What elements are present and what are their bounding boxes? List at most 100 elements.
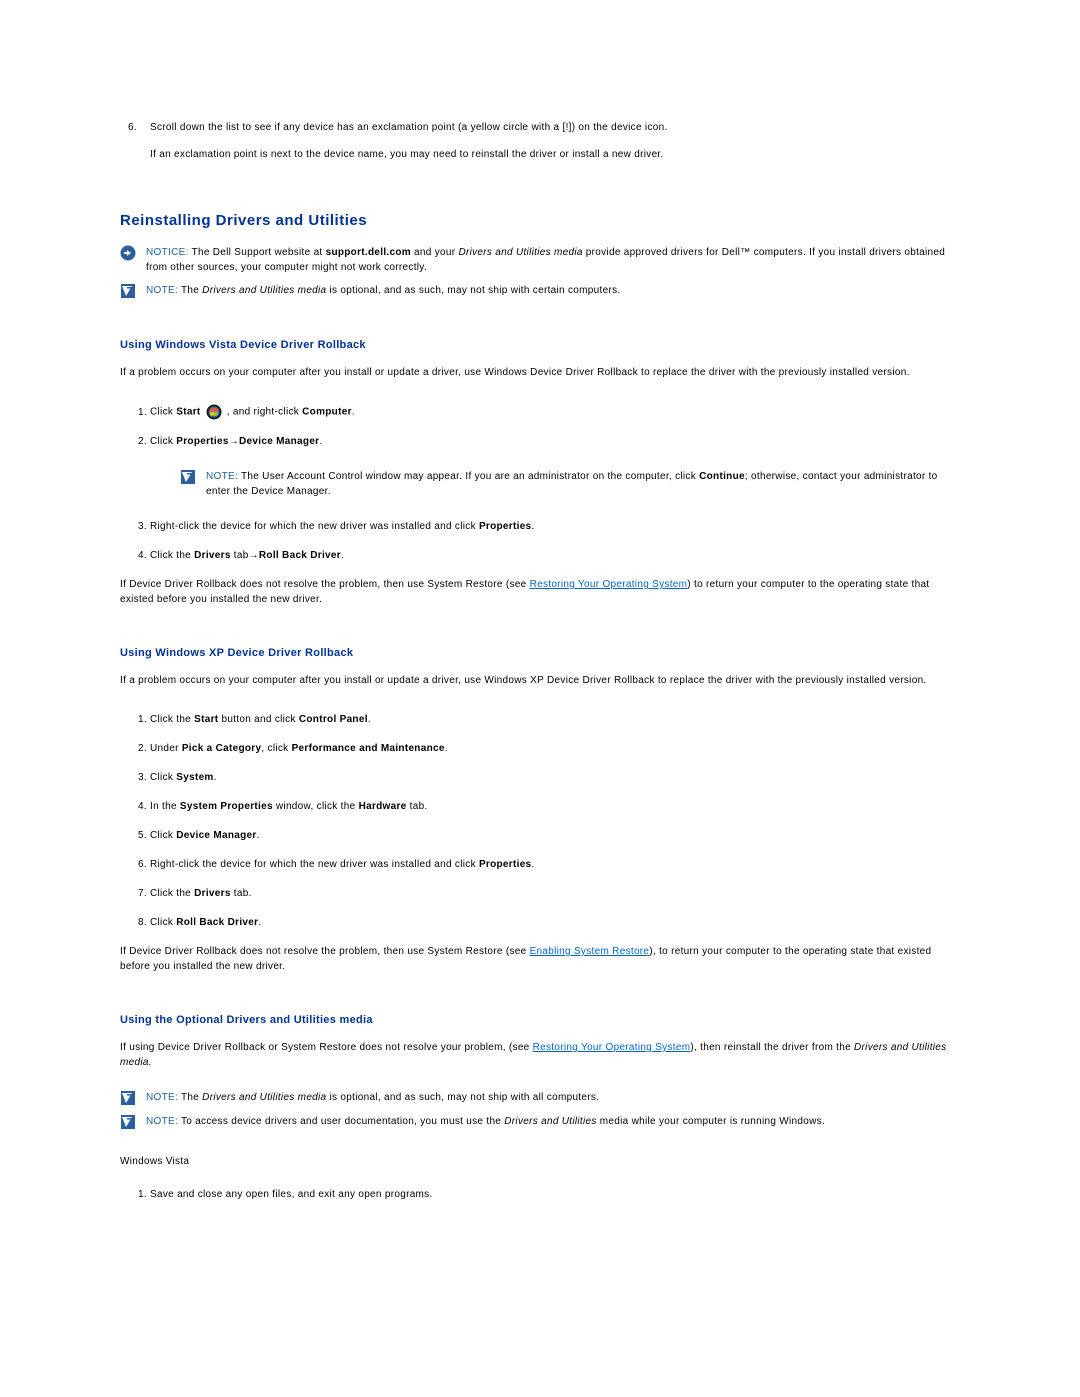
vista-outro: If Device Driver Rollback does not resol…: [120, 577, 960, 607]
vista-s2a: Click: [150, 436, 176, 447]
xp-s1d: Control Panel: [299, 714, 368, 725]
xp-s5b: Device Manager: [176, 830, 256, 841]
note1-body: NOTE: The Drivers and Utilities media is…: [146, 283, 620, 298]
xp-s6b: Properties: [479, 859, 531, 870]
vista-s2d: Device Manager: [239, 436, 319, 447]
xp-s4e: tab.: [407, 801, 428, 812]
xp-s4d: Hardware: [359, 801, 407, 812]
link-restoring-os-1[interactable]: Restoring Your Operating System: [530, 579, 688, 590]
vista-s1d: Computer: [302, 407, 352, 418]
vista-s1a: Click: [150, 407, 176, 418]
media-note2-pre: To access device drivers and user docume…: [178, 1116, 504, 1127]
vista-s4a: Click the: [150, 550, 194, 561]
xp-s7c: tab.: [231, 888, 252, 899]
xp-s6c: .: [531, 859, 534, 870]
list-item-6: Scroll down the list to see if any devic…: [150, 120, 960, 162]
xp-step-4: In the System Properties window, click t…: [150, 799, 960, 814]
xp-step-3: Click System.: [150, 770, 960, 785]
xp-step-5: Click Device Manager.: [150, 828, 960, 843]
xp-s8c: .: [258, 917, 261, 928]
xp-s2a: Under: [150, 743, 182, 754]
notice-mid: and your: [411, 247, 458, 258]
xp-step-2: Under Pick a Category, click Performance…: [150, 741, 960, 756]
media-note-1: NOTE: The Drivers and Utilities media is…: [120, 1090, 960, 1106]
vista-note-pre: The User Account Control window may appe…: [238, 471, 699, 482]
note-icon: [120, 1090, 136, 1106]
media-intro: If using Device Driver Rollback or Syste…: [120, 1040, 960, 1070]
xp-s2d: Performance and Maintenance: [292, 743, 445, 754]
link-enabling-system-restore[interactable]: Enabling System Restore: [530, 946, 650, 957]
vista-step-3: Right-click the device for which the new…: [150, 519, 960, 534]
note1-italic: Drivers and Utilities media: [202, 285, 326, 296]
media-step-1: Save and close any open files, and exit …: [150, 1187, 960, 1202]
notice-body: NOTICE: The Dell Support website at supp…: [146, 245, 960, 275]
heading-vista-rollback: Using Windows Vista Device Driver Rollba…: [120, 339, 960, 351]
list-item-6-followup: If an exclamation point is next to the d…: [150, 147, 960, 162]
vista-step-2: Click Properties→Device Manager. NOTE: T…: [150, 434, 960, 499]
media-note2-label: NOTE:: [146, 1116, 178, 1127]
notice-italic: Drivers and Utilities media: [458, 247, 582, 258]
xp-steps: Click the Start button and click Control…: [120, 712, 960, 930]
xp-step-8: Click Roll Back Driver.: [150, 915, 960, 930]
xp-s2e: .: [445, 743, 448, 754]
vista-step-4: Click the Drivers tab→Roll Back Driver.: [150, 548, 960, 563]
xp-s3b: System: [176, 772, 213, 783]
media-vista-steps: Save and close any open files, and exit …: [120, 1187, 960, 1202]
xp-s4a: In the: [150, 801, 180, 812]
start-button-icon: [206, 404, 222, 420]
xp-s4c: window, click the: [273, 801, 359, 812]
vista-s4c: tab→: [231, 550, 259, 561]
notice-url: support.dell.com: [326, 247, 411, 258]
media-note2-post: media while your computer is running Win…: [597, 1116, 825, 1127]
vista-s4d: Roll Back Driver: [259, 550, 341, 561]
vista-note-bold: Continue: [699, 471, 745, 482]
media-note1-label: NOTE:: [146, 1092, 178, 1103]
vista-s3b: Properties: [479, 521, 531, 532]
xp-s1a: Click the: [150, 714, 194, 725]
media-note-2: NOTE: To access device drivers and user …: [120, 1114, 960, 1130]
notice-label: NOTICE:: [146, 247, 189, 258]
vista-s1b: Start: [176, 407, 200, 418]
vista-s4b: Drivers: [194, 550, 231, 561]
note-icon: [120, 283, 136, 299]
notice-callout: NOTICE: The Dell Support website at supp…: [120, 245, 960, 275]
media-note1-pre: The: [178, 1092, 202, 1103]
vista-s2b: Properties: [176, 436, 228, 447]
media-note1-italic: Drivers and Utilities media: [202, 1092, 326, 1103]
xp-s1b: Start: [194, 714, 218, 725]
xp-s7b: Drivers: [194, 888, 231, 899]
media-note1-post: is optional, and as such, may not ship w…: [326, 1092, 599, 1103]
vista-s3a: Right-click the device for which the new…: [150, 521, 479, 532]
media-note1-body: NOTE: The Drivers and Utilities media is…: [146, 1090, 599, 1105]
xp-s4b: System Properties: [180, 801, 273, 812]
vista-s2e: .: [319, 436, 322, 447]
media-subhead-vista: Windows Vista: [120, 1154, 960, 1169]
media-intro-mid: ), then reinstall the driver from the: [690, 1042, 854, 1053]
xp-s8a: Click: [150, 917, 176, 928]
note-icon: [180, 469, 196, 485]
heading-xp-rollback: Using Windows XP Device Driver Rollback: [120, 647, 960, 659]
xp-step-1: Click the Start button and click Control…: [150, 712, 960, 727]
vista-s3c: .: [531, 521, 534, 532]
vista-steps: Click Start , and right-click Computer. …: [120, 404, 960, 563]
xp-step-6: Right-click the device for which the new…: [150, 857, 960, 872]
note1-post: is optional, and as such, may not ship w…: [326, 285, 620, 296]
xp-s7a: Click the: [150, 888, 194, 899]
xp-s5c: .: [257, 830, 260, 841]
heading-reinstalling: Reinstalling Drivers and Utilities: [120, 212, 960, 229]
device-check-list: Scroll down the list to see if any devic…: [120, 120, 960, 162]
xp-s5a: Click: [150, 830, 176, 841]
xp-step-7: Click the Drivers tab.: [150, 886, 960, 901]
xp-intro: If a problem occurs on your computer aft…: [120, 673, 960, 688]
vista-step-1: Click Start , and right-click Computer.: [150, 404, 960, 420]
xp-s1c: button and click: [218, 714, 298, 725]
vista-note-body: NOTE: The User Account Control window ma…: [206, 469, 960, 499]
link-restoring-os-2[interactable]: Restoring Your Operating System: [533, 1042, 691, 1053]
note-icon: [120, 1114, 136, 1130]
vista-s2c: →: [229, 436, 239, 447]
vista-s1e: .: [352, 407, 355, 418]
xp-s8b: Roll Back Driver: [176, 917, 258, 928]
note1-label: NOTE:: [146, 285, 178, 296]
note-callout-1: NOTE: The Drivers and Utilities media is…: [120, 283, 960, 299]
xp-s1e: .: [368, 714, 371, 725]
